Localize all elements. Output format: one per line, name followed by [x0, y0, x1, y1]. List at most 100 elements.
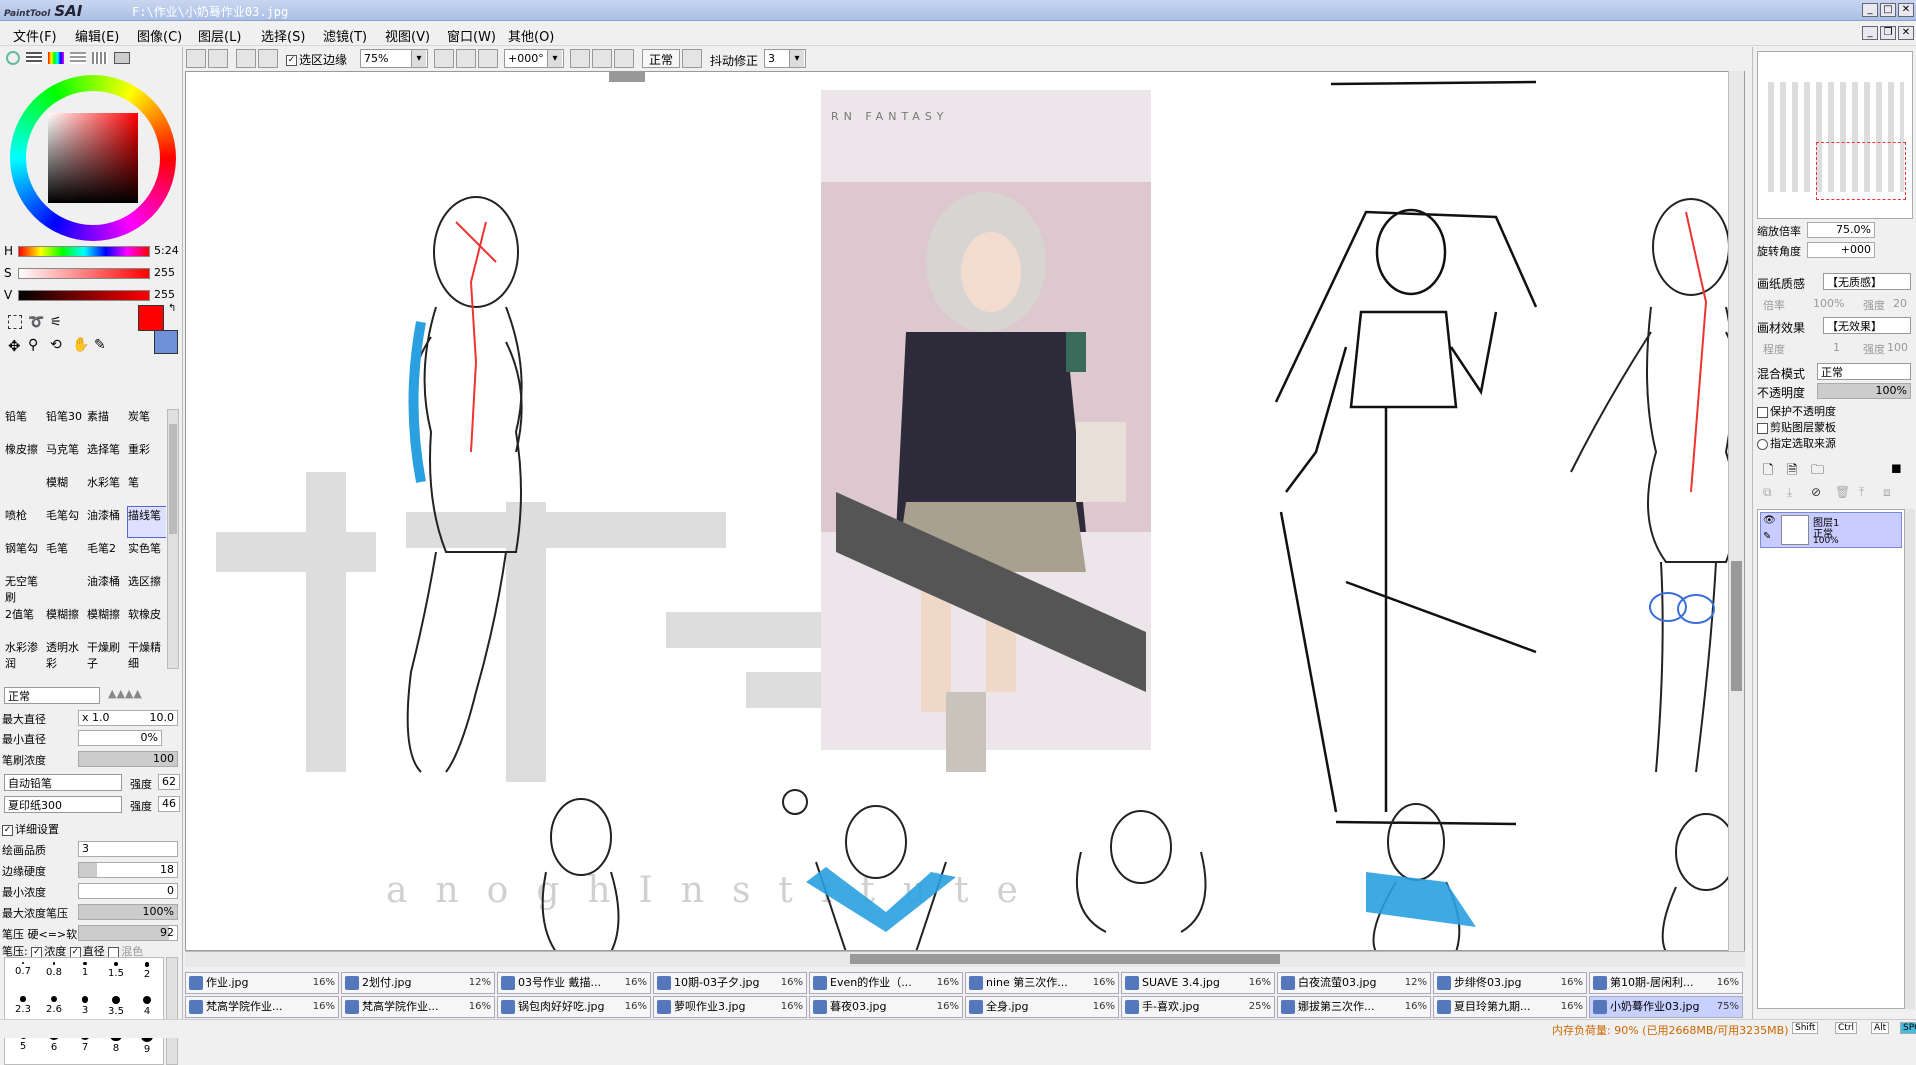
brush-slot[interactable]: 橡皮擦 [4, 440, 44, 472]
rotate-icon[interactable]: ⟲ [50, 337, 62, 353]
pressure-diameter-checkbox[interactable]: ✓ [69, 946, 81, 958]
drawing-canvas[interactable]: anoghInstitute RN FANTASY [185, 71, 1745, 951]
brush-slot[interactable]: 油漆桶 [86, 506, 126, 538]
merge-visible-icon[interactable]: ⤒ [1859, 485, 1864, 500]
document-tab[interactable]: 10期-03子夕.jpg 16% [653, 972, 807, 994]
menu-select[interactable]: 选择(S) [261, 26, 305, 45]
brush-slot[interactable]: 选区擦 [127, 572, 166, 604]
brush-size-preset[interactable]: 1.5 [102, 960, 130, 992]
brush-size-preset[interactable]: 2 [133, 960, 161, 992]
texture-select[interactable]: 夏印纸300 [4, 796, 122, 813]
saturation-value-square[interactable] [48, 113, 138, 203]
rgb-slider-tab-icon[interactable] [26, 52, 42, 64]
brush-slot[interactable]: 炭笔 [127, 407, 166, 439]
menu-image[interactable]: 图像(C) [137, 26, 182, 45]
brush-slot[interactable]: 模糊 [45, 473, 85, 505]
pressure-softness-field[interactable]: 92 [78, 925, 178, 941]
quality-select[interactable]: 3 [78, 841, 178, 857]
brush-slot[interactable]: 选择笔 [86, 440, 126, 472]
document-tab[interactable]: 第10期-居闲利... 16% [1589, 972, 1743, 994]
rect-select-icon[interactable] [8, 315, 22, 329]
brush-size-scrollbar[interactable] [166, 957, 178, 1065]
brush-slot[interactable]: 水彩渗润 [4, 638, 44, 669]
brush-slot[interactable]: 模糊擦 [45, 605, 85, 637]
brush-slot[interactable]: 干燥刷子 [86, 638, 126, 669]
brush-slot[interactable]: 油漆桶 [86, 572, 126, 604]
rotation-select[interactable]: +000° [504, 49, 564, 68]
document-tab[interactable]: 小奶蓦作业03.jpg 75% [1589, 996, 1743, 1018]
zoom-select[interactable]: 75% [360, 49, 428, 68]
layer-settings-icon[interactable]: ◼ [1891, 461, 1902, 476]
modifier-key-shift[interactable]: Shift [1792, 1022, 1819, 1034]
delete-layer-icon[interactable]: 🗑 [1835, 485, 1850, 499]
shape-select[interactable]: 自动铅笔 [4, 774, 122, 791]
selection-edge-toggle[interactable]: ✓ 选区边缘 [286, 51, 347, 68]
menu-filter[interactable]: 滤镜(T) [323, 26, 367, 45]
brush-size-preset[interactable]: 0.7 [9, 960, 37, 992]
brush-slot[interactable]: 重彩 [127, 440, 166, 472]
swap-colors-icon[interactable]: ↰ [168, 303, 176, 314]
document-tab[interactable]: 梵高学院作业... 16% [341, 996, 495, 1018]
canvas-vertical-scrollbar[interactable] [1728, 71, 1744, 951]
undo-icon[interactable] [186, 49, 206, 68]
menu-window[interactable]: 窗口(W) [447, 26, 496, 45]
brush-slot[interactable]: 无空笔刷 [4, 572, 44, 604]
rotate-left-icon[interactable] [570, 49, 590, 68]
brush-slot[interactable]: 素描 [86, 407, 126, 439]
invert-selection-icon[interactable] [258, 49, 278, 68]
color-wheel[interactable] [10, 75, 176, 241]
doc-minimize-button[interactable]: _ [1862, 26, 1878, 40]
menu-other[interactable]: 其他(O) [508, 26, 554, 45]
new-linework-layer-icon[interactable]: 🗎 [1787, 461, 1797, 483]
brush-grid-scrollbar[interactable] [167, 409, 179, 669]
doc-close-button[interactable]: ✕ [1898, 26, 1914, 40]
document-tab[interactable]: 萝呗作业3.jpg 16% [653, 996, 807, 1018]
document-tab[interactable]: 娜拔第三次作... 16% [1277, 996, 1431, 1018]
navigator-preview[interactable] [1757, 51, 1913, 219]
copy-layer-icon[interactable]: ⧉ [1763, 485, 1772, 500]
document-tab[interactable]: 作业.jpg 16% [185, 972, 339, 994]
brush-slot[interactable]: 毛笔 [45, 539, 85, 571]
menu-layer[interactable]: 图层(L) [198, 26, 241, 45]
document-tab[interactable]: 梵高学院作业... 16% [185, 996, 339, 1018]
modifier-key-ctrl[interactable]: Ctrl [1835, 1022, 1858, 1034]
zoom-reset-icon[interactable] [478, 49, 498, 68]
brush-slot[interactable]: 模糊擦 [86, 605, 126, 637]
brush-slot[interactable]: 马克笔 [45, 440, 85, 472]
merge-down-icon[interactable]: ⤓ [1787, 485, 1792, 500]
menu-edit[interactable]: 编辑(E) [75, 26, 119, 45]
primary-color-swatch[interactable] [138, 305, 164, 331]
scratchpad-tab-icon[interactable] [92, 52, 108, 64]
canvas-horizontal-scrollbar[interactable] [185, 951, 1745, 967]
brush-slot[interactable]: 水彩笔 [86, 473, 126, 505]
value-slider[interactable] [18, 290, 150, 301]
document-tab[interactable]: Even的作业（... 16% [809, 972, 963, 994]
menu-file[interactable]: 文件(F) [13, 26, 57, 45]
max-pressure-field[interactable]: 100% [78, 904, 178, 920]
zoom-in-icon[interactable] [456, 49, 476, 68]
document-tab[interactable]: 2划付.jpg 12% [341, 972, 495, 994]
brush-slot[interactable]: 铅笔30 [45, 407, 85, 439]
nav-zoom-field[interactable]: 75.0% [1807, 222, 1875, 238]
document-tab[interactable]: nine 第三次作... 16% [965, 972, 1119, 994]
modifier-key-alt[interactable]: Alt [1871, 1022, 1890, 1034]
modifier-key-spc[interactable]: SPC [1900, 1022, 1916, 1034]
brush-slot[interactable]: 干燥精细 [127, 638, 166, 669]
pressure-density-checkbox[interactable]: ✓ [31, 946, 43, 958]
layer-blend-select[interactable]: 正常 [1817, 363, 1911, 380]
move-icon[interactable]: ✥ [8, 337, 21, 355]
shape-strength-field[interactable]: 62 [158, 774, 180, 790]
layer-list-scrollbar[interactable] [1905, 509, 1915, 1009]
document-tab[interactable]: 暮夜03.jpg 16% [809, 996, 963, 1018]
brush-size-preset[interactable]: 0.8 [40, 960, 68, 992]
pressure-blend-checkbox[interactable] [108, 946, 120, 958]
brush-slot[interactable]: 实色笔 [127, 539, 166, 571]
doc-restore-button[interactable]: ❐ [1880, 26, 1896, 40]
opacity-field[interactable]: 100% [1817, 383, 1911, 399]
max-diameter-field[interactable]: x 1.0 10.0 [78, 710, 178, 726]
brush-slot[interactable]: 喷枪 [4, 506, 44, 538]
stabilizer-select[interactable]: 3 [764, 49, 806, 68]
document-tab[interactable]: 全身.jpg 16% [965, 996, 1119, 1018]
close-button[interactable]: ✕ [1898, 3, 1914, 17]
hand-icon[interactable]: ✋ [72, 337, 89, 353]
